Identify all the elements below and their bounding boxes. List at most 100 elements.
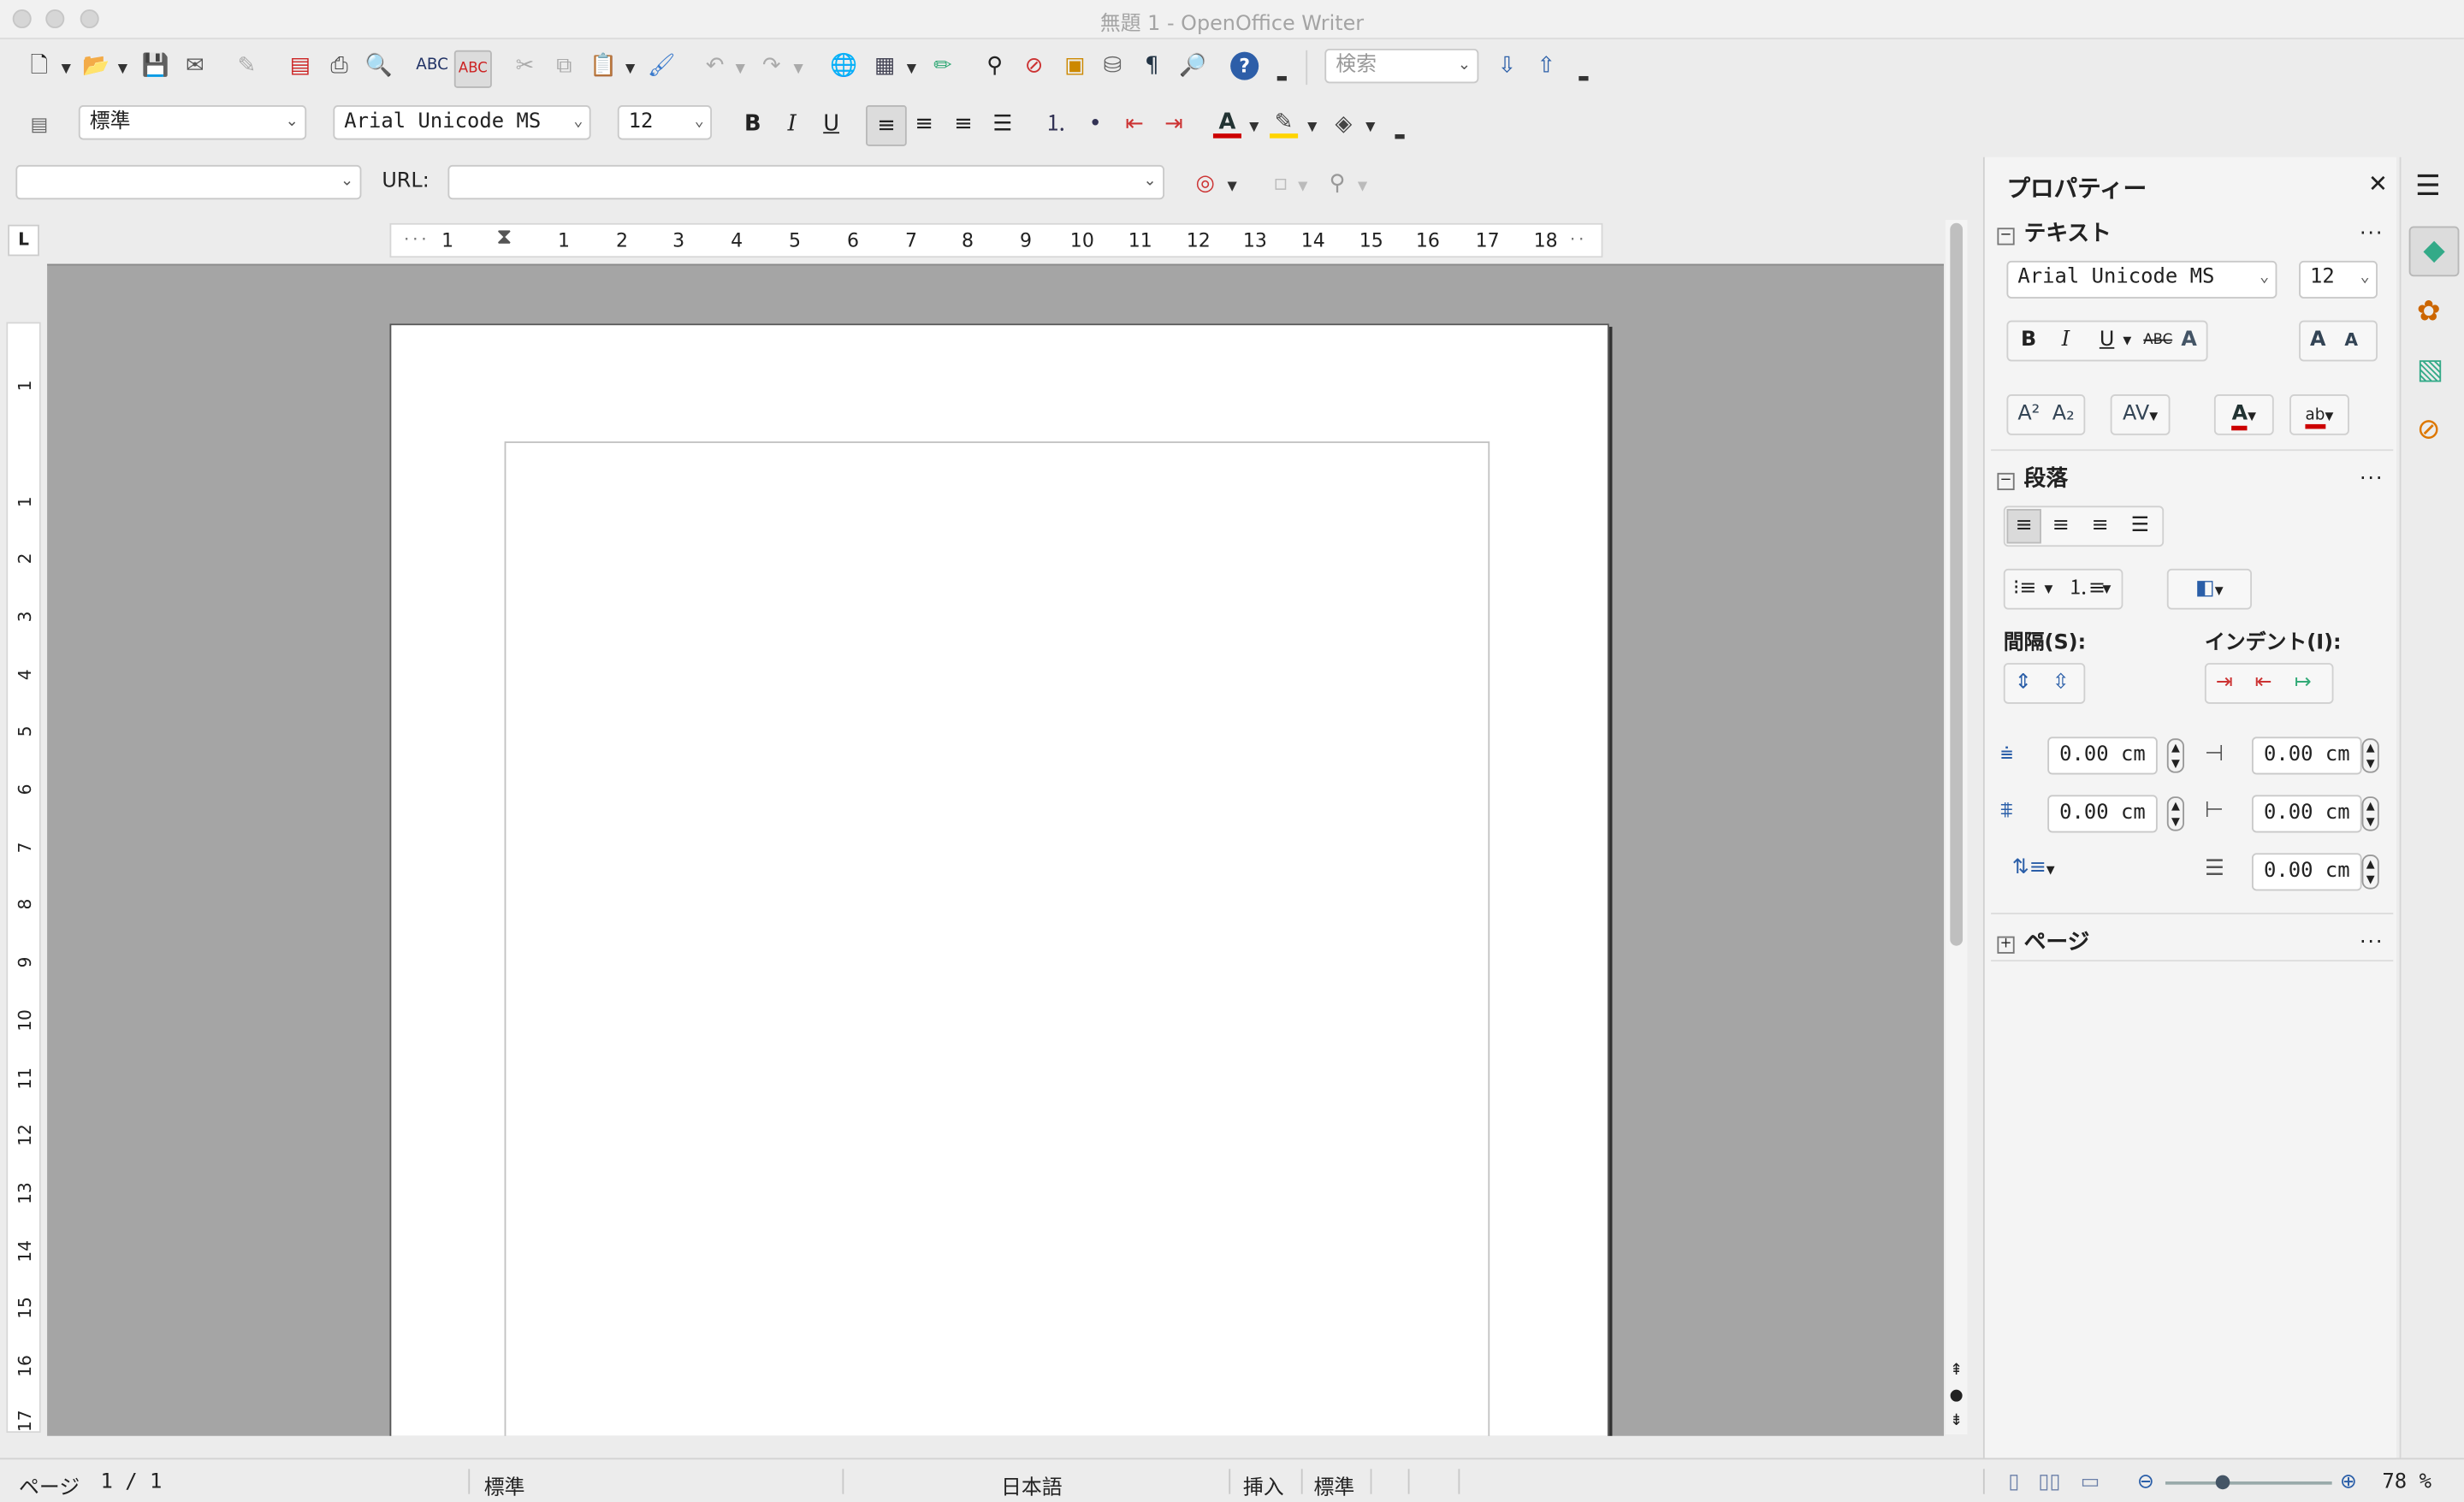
justify-icon[interactable]: ☰ — [988, 110, 1016, 139]
chevron-down-icon[interactable]: ▼ — [1365, 120, 1375, 134]
align-right-icon[interactable]: ≡ — [2092, 507, 2109, 545]
gallery-tab-icon[interactable]: ▧ — [2417, 353, 2443, 387]
next-page-icon[interactable]: ⇟ — [1947, 1412, 1966, 1429]
zoom-slider-thumb[interactable] — [2215, 1475, 2230, 1490]
grow-font-icon[interactable]: A — [2310, 322, 2325, 360]
target-icon[interactable]: ◎ — [1191, 169, 1219, 198]
chevron-down-icon[interactable]: ▼ — [1307, 120, 1317, 134]
find-previous-icon[interactable]: ⇧ — [1532, 52, 1561, 80]
font-size-select[interactable]: 12 ⌄ — [617, 105, 713, 140]
below-spacing-input[interactable]: 0.00 cm — [2047, 795, 2158, 833]
page-count[interactable]: 1 / 1 — [101, 1470, 163, 1494]
after-indent-stepper[interactable]: ▲ ▼ — [2361, 796, 2379, 831]
chevron-down-icon[interactable]: ▼ — [907, 62, 916, 76]
gallery-icon[interactable]: ▣ — [1061, 52, 1089, 80]
justify-icon[interactable]: ☰ — [2131, 507, 2149, 545]
scrollbar-thumb[interactable] — [1950, 222, 1964, 946]
zoom-level[interactable]: 78 % — [2382, 1470, 2431, 1494]
document-page[interactable] — [389, 323, 1609, 1436]
copy-icon[interactable]: ⧉ — [550, 52, 578, 80]
toolbar-overflow-icon[interactable]: ▬ — [1394, 129, 1406, 144]
sidebar-highlight-button[interactable]: ab▼ — [2289, 394, 2349, 435]
chevron-down-icon[interactable]: ▼ — [1358, 179, 1367, 193]
above-spacing-input[interactable]: 0.00 cm — [2047, 736, 2158, 775]
page-style[interactable]: 標準 — [484, 1470, 525, 1500]
after-indent-input[interactable]: 0.00 cm — [2251, 795, 2362, 833]
book-view-icon[interactable]: ▭ — [2081, 1470, 2100, 1494]
sidebar-font-size-select[interactable]: 12 ⌄ — [2299, 260, 2378, 299]
above-spacing-stepper[interactable]: ▲ ▼ — [2166, 738, 2185, 773]
superscript-icon[interactable]: A² — [2017, 396, 2040, 434]
hyperlink-type-icon[interactable]: ▫ — [1266, 169, 1294, 198]
undo-icon[interactable]: ↶ — [701, 52, 729, 80]
redo-icon[interactable]: ↷ — [757, 52, 785, 80]
help-icon[interactable]: ? — [1230, 51, 1259, 80]
single-page-view-icon[interactable]: ▯ — [2008, 1470, 2019, 1494]
find-next-icon[interactable]: ⇩ — [1493, 52, 1521, 80]
page-section-header[interactable]: + ページ — [1997, 925, 2089, 957]
chevron-down-icon[interactable]: ▼ — [625, 62, 635, 76]
paragraph-more-options-button[interactable]: ... — [2360, 462, 2384, 486]
navigator-tab-icon[interactable]: ⊘ — [2417, 413, 2441, 446]
zoom-out-icon[interactable]: ⊖ — [2137, 1470, 2154, 1494]
draw-functions-icon[interactable]: ✏ — [928, 52, 957, 80]
first-line-indent-input[interactable]: 0.00 cm — [2251, 853, 2362, 891]
underline-icon[interactable]: U — [2100, 322, 2114, 360]
line-spacing-button[interactable]: ⇅≡▼ — [2004, 850, 2064, 891]
export-pdf-icon[interactable]: ▤ — [286, 52, 314, 80]
zoom-in-icon[interactable]: ⊕ — [2340, 1470, 2357, 1494]
chevron-down-icon[interactable]: ▼ — [1298, 179, 1307, 193]
increase-indent-icon[interactable]: ⇥ — [1159, 110, 1188, 139]
numbering-icon[interactable]: ⒈ — [1042, 110, 1070, 139]
edit-mode-icon[interactable]: ✎ — [233, 52, 261, 80]
background-color-icon[interactable]: ◈ — [1330, 110, 1358, 139]
increase-spacing-icon[interactable]: ⇕ — [2015, 665, 2032, 702]
navigator-icon[interactable]: ⊘ — [1020, 52, 1048, 80]
auto-spellcheck-icon[interactable]: ABC — [453, 50, 492, 88]
highlighting-icon[interactable]: ✎ — [1270, 109, 1299, 139]
paragraph-style-select[interactable]: 標準 ⌄ — [78, 105, 307, 140]
chevron-down-icon[interactable]: ▼ — [62, 62, 71, 76]
align-right-icon[interactable]: ≡ — [949, 110, 977, 139]
sidebar-font-name-select[interactable]: Arial Unicode MS ⌄ — [2006, 260, 2277, 299]
decrease-indent-icon[interactable]: ⇤ — [2255, 665, 2272, 702]
styles-formatting-icon[interactable]: ▤ — [25, 110, 53, 139]
language[interactable]: 日本語 — [1001, 1470, 1063, 1500]
cut-icon[interactable]: ✂ — [511, 52, 539, 80]
underline-button[interactable]: U — [817, 110, 845, 139]
decrease-indent-icon[interactable]: ⇤ — [1121, 110, 1149, 139]
email-icon[interactable]: ✉ — [181, 52, 209, 80]
toolbar-overflow-icon[interactable]: ▬ — [1276, 71, 1288, 86]
bullets-icon[interactable]: • — [1081, 110, 1110, 139]
save-icon[interactable]: 💾 — [141, 52, 169, 80]
page-more-options-button[interactable]: ... — [2360, 925, 2384, 949]
print-preview-icon[interactable]: 🔍 — [364, 52, 393, 80]
text-section-header[interactable]: − テキスト — [1997, 216, 2112, 248]
shadow-icon[interactable]: A — [2181, 322, 2196, 360]
chevron-down-icon[interactable]: ▼ — [794, 62, 803, 76]
document-area[interactable] — [47, 263, 1944, 1436]
strikethrough-icon[interactable]: ABC — [2143, 322, 2172, 360]
chevron-down-icon[interactable]: ▼ — [118, 62, 127, 76]
sidebar-menu-icon[interactable]: ☰ — [2415, 169, 2441, 203]
below-spacing-stepper[interactable]: ▲ ▼ — [2166, 796, 2185, 831]
zoom-icon[interactable]: 🔎 — [1179, 52, 1207, 80]
indent-marker-icon[interactable]: ⧗ — [496, 225, 512, 250]
find-replace-icon[interactable]: ⚲ — [980, 52, 1009, 80]
character-spacing-button[interactable]: AV▼ — [2110, 394, 2171, 435]
data-sources-icon[interactable]: ⛁ — [1099, 52, 1127, 80]
before-indent-stepper[interactable]: ▲ ▼ — [2361, 738, 2379, 773]
tab-stop-type-button[interactable]: L — [8, 224, 39, 257]
close-sidebar-icon[interactable]: ✕ — [2368, 169, 2388, 198]
text-more-options-button[interactable]: ... — [2360, 216, 2384, 240]
clone-formatting-icon[interactable]: 🖌 — [648, 52, 676, 80]
bold-button[interactable]: B — [738, 110, 767, 139]
navigation-dot-icon[interactable]: ● — [1947, 1387, 1966, 1404]
bullets-icon[interactable]: ⁝≡ — [2013, 571, 2037, 608]
link-text-input[interactable]: ⌄ — [15, 164, 362, 200]
multi-page-view-icon[interactable]: ▯▯ — [2038, 1470, 2060, 1494]
zoom-slider-track[interactable] — [2165, 1481, 2332, 1485]
chevron-down-icon[interactable]: ▼ — [2045, 571, 2053, 608]
first-line-indent-stepper[interactable]: ▲ ▼ — [2361, 854, 2379, 890]
font-color-icon[interactable]: A — [1212, 109, 1241, 139]
